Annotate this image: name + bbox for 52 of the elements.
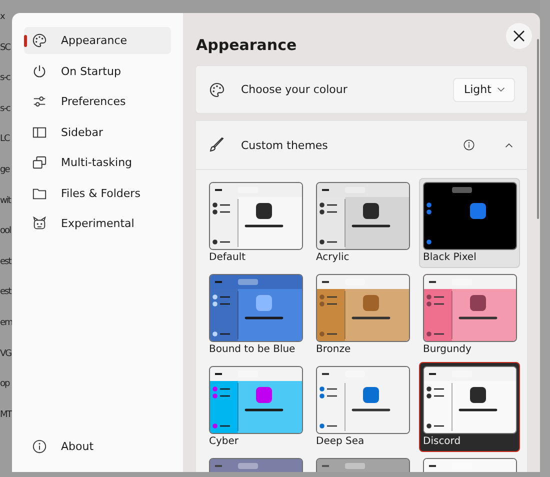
background-text: ool xyxy=(0,226,12,236)
background-text: ge xyxy=(0,164,11,175)
panel-icon xyxy=(32,124,47,140)
theme-tile[interactable]: Cyber xyxy=(205,362,306,452)
page-title: Appearance xyxy=(196,35,297,55)
background-text: MT xyxy=(0,410,12,420)
chevron-down-icon xyxy=(497,87,505,92)
nav-item[interactable]: About xyxy=(24,433,171,460)
background-text: LC xyxy=(0,134,11,144)
close-icon xyxy=(513,30,525,42)
theme-tile[interactable]: Acrylic xyxy=(312,178,413,268)
background-text: VG xyxy=(0,348,12,359)
nav-item[interactable]: Files & Folders xyxy=(24,180,171,206)
nav-item[interactable]: Appearance xyxy=(24,27,171,54)
windows-icon xyxy=(32,155,47,170)
background-text: x xyxy=(0,12,6,22)
background-text: SC xyxy=(0,42,12,53)
scrollbar[interactable] xyxy=(537,39,539,219)
palette-icon xyxy=(32,33,47,48)
background-text: est xyxy=(0,256,12,267)
nav-item[interactable]: Experimental xyxy=(24,210,171,237)
close-button[interactable] xyxy=(506,23,532,49)
info-icon[interactable] xyxy=(463,139,475,151)
theme-tile[interactable]: Discord xyxy=(419,362,520,452)
background-text: s-c xyxy=(0,73,12,84)
theme-tile[interactable]: Bronze xyxy=(312,270,413,360)
theme-tile[interactable]: Deep Sea xyxy=(312,362,413,452)
info-icon xyxy=(32,439,47,454)
brush-icon xyxy=(209,137,225,153)
theme-tile[interactable]: Default xyxy=(205,178,306,268)
background-text: em xyxy=(0,318,12,328)
colour-dropdown[interactable]: Light xyxy=(453,78,515,102)
nav-item[interactable]: On Startup xyxy=(24,58,171,84)
sliders-icon xyxy=(32,94,47,109)
nav-item[interactable]: Multi-tasking xyxy=(24,149,171,176)
background-text: s-c xyxy=(0,104,12,114)
setting-label: Choose your colour xyxy=(241,83,348,96)
chevron-up-icon[interactable] xyxy=(505,142,513,148)
background-text: op xyxy=(0,379,11,390)
theme-tile[interactable]: Black Pixel xyxy=(419,178,520,268)
theme-tile[interactable]: Bound to be Blue xyxy=(205,270,306,360)
theme-tile[interactable]: Burgundy xyxy=(419,270,520,360)
palette-icon xyxy=(209,82,225,98)
power-icon xyxy=(32,64,47,78)
selection-indicator xyxy=(24,35,27,47)
background-text: est xyxy=(0,287,12,298)
setting-label: Custom themes xyxy=(241,138,329,152)
expander-header[interactable]: Custom themes xyxy=(196,121,527,170)
nav-item[interactable]: Sidebar xyxy=(24,118,171,146)
background-text: wit xyxy=(0,196,12,206)
nav-item[interactable]: Preferences xyxy=(24,88,171,115)
robot-icon xyxy=(32,216,47,231)
